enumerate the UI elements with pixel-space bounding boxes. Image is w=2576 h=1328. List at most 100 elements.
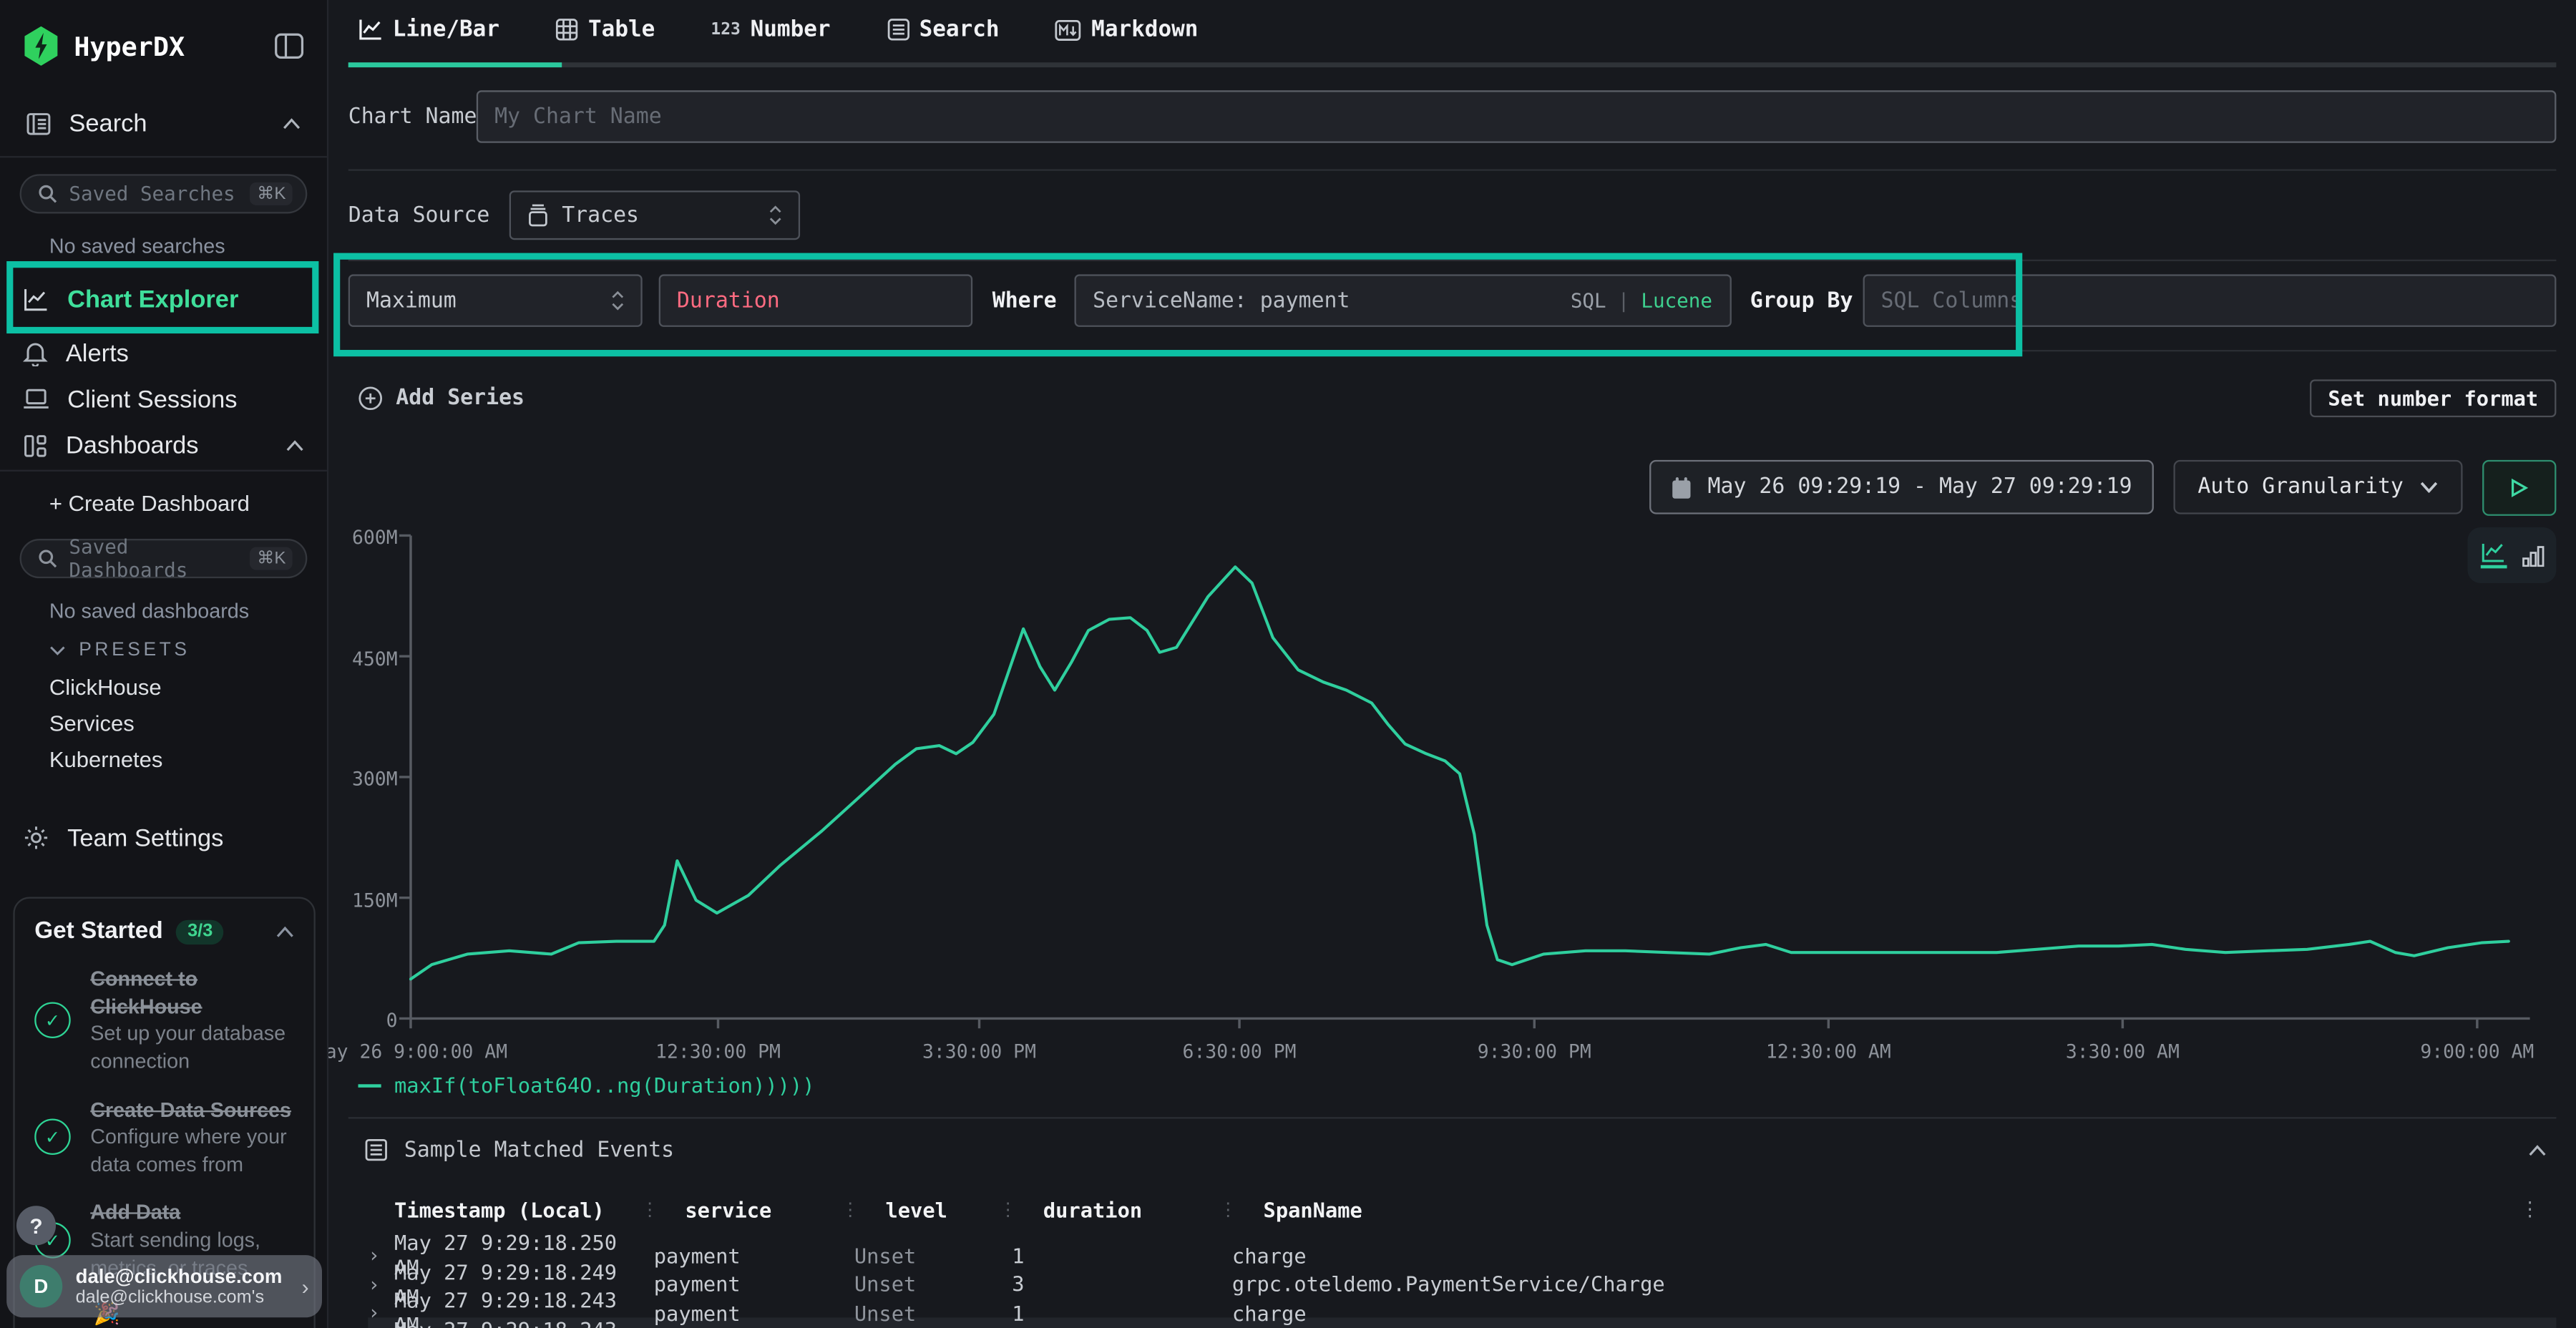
tab-table[interactable]: Table — [555, 16, 655, 62]
expand-row-icon[interactable]: › — [368, 1244, 394, 1266]
expand-row-icon[interactable]: › — [368, 1302, 394, 1324]
hyperdx-logo-icon — [23, 26, 59, 66]
tab-label: Search — [919, 16, 1000, 43]
lucene-option[interactable]: Lucene — [1641, 289, 1712, 312]
data-source-value: Traces — [562, 203, 639, 228]
brand-title: HyperDX — [74, 30, 185, 62]
select-chevrons-icon — [611, 290, 624, 311]
preset-services[interactable]: Services — [0, 711, 327, 736]
shortcut-badge: ⌘K — [250, 547, 293, 570]
col-timestamp[interactable]: Timestamp (Local) — [394, 1197, 605, 1221]
bar-chart-icon[interactable] — [2521, 545, 2544, 566]
cell-level: Unset — [854, 1301, 1012, 1325]
sidebar-item-team-settings[interactable]: Team Settings — [0, 815, 327, 861]
col-level[interactable]: level — [885, 1197, 947, 1221]
user-menu[interactable]: D dale@clickhouse.com dale@clickhouse.co… — [6, 1255, 322, 1317]
legend-series-label: maxIf(toFloat64O..ng(Duration))))) — [394, 1073, 814, 1097]
field-input[interactable] — [659, 274, 973, 326]
help-button[interactable]: ? — [16, 1206, 56, 1245]
y-axis-ticks — [399, 535, 411, 1018]
check-circle-icon: ✓ — [34, 1002, 71, 1039]
create-dashboard-button[interactable]: + Create Dashboard — [0, 491, 327, 515]
table-row[interactable]: › May 27 9:29:18.250 AM payment Unset 1 … — [368, 1231, 2556, 1260]
set-number-format-button[interactable]: Set number format — [2310, 379, 2556, 416]
column-separator-icon[interactable]: ⋮ — [640, 1198, 658, 1220]
y-axis-labels: 600M450M300M150M0 — [348, 527, 398, 1033]
table-options-icon[interactable]: ⋮ — [2520, 1198, 2540, 1221]
chevron-right-icon: › — [302, 1274, 309, 1298]
collapse-panel-icon[interactable] — [2528, 1144, 2546, 1156]
cell-timestamp: May 27 9:29:18.243 AM — [394, 1317, 654, 1328]
alerts-label: Alerts — [66, 339, 129, 367]
gear-icon — [23, 825, 49, 851]
chart-name-input[interactable] — [477, 90, 2557, 142]
column-separator-icon[interactable]: ⋮ — [1219, 1198, 1237, 1220]
chart-area: 600M450M300M150M0 May 26 9:00:00 AM12:30… — [348, 527, 2557, 1063]
tab-number[interactable]: 123 Number — [711, 16, 830, 62]
col-service[interactable]: service — [685, 1197, 771, 1221]
search-list-icon — [887, 18, 909, 41]
cell-spanname: grpc.oteldemo.PaymentService/Charge — [1232, 1271, 2556, 1296]
database-icon — [527, 204, 549, 227]
sidebar-item-dashboards[interactable]: Dashboards — [0, 422, 327, 472]
y-axis-label: 150M — [352, 888, 398, 911]
tab-label: Number — [751, 16, 831, 43]
expand-row-icon[interactable]: › — [368, 1273, 394, 1296]
x-axis-label: 3:30:00 AM — [2066, 1040, 2180, 1063]
sidebar-item-client-sessions[interactable]: Client Sessions — [0, 376, 327, 422]
chart-type-tabbar: Line/Bar Table 123 Number Search Markdow… — [348, 0, 2557, 67]
date-range-picker[interactable]: May 26 09:29:19 - May 27 09:29:19 — [1650, 460, 2153, 514]
search-icon — [38, 184, 58, 204]
saved-searches-input[interactable]: Saved Searches ⌘K — [20, 174, 308, 213]
preset-clickhouse[interactable]: ClickHouse — [0, 675, 327, 700]
line-view-toggle[interactable] — [2480, 542, 2507, 569]
cell-duration: 1 — [1012, 1301, 1232, 1325]
tab-label: Markdown — [1091, 16, 1198, 43]
presets-section-toggle[interactable]: PRESETS — [0, 640, 327, 660]
saved-searches-placeholder: Saved Searches — [69, 182, 250, 205]
col-duration[interactable]: duration — [1043, 1197, 1142, 1221]
get-started-item[interactable]: ✓ Create Data Sources Configure where yo… — [34, 1097, 294, 1179]
col-spanname[interactable]: SpanName — [1264, 1197, 1362, 1221]
add-series-label: Add Series — [396, 385, 525, 409]
sql-option[interactable]: SQL — [1571, 289, 1606, 312]
group-by-input[interactable] — [1863, 274, 2556, 326]
calendar-icon — [1672, 476, 1693, 499]
sample-events-header[interactable]: Sample Matched Events — [348, 1128, 2557, 1171]
sidebar-item-alerts[interactable]: Alerts — [0, 330, 327, 376]
sidebar-section-search[interactable]: Search — [0, 92, 327, 158]
saved-dashboards-placeholder: Saved Dashboards — [69, 535, 250, 581]
preset-kubernetes[interactable]: Kubernetes — [0, 748, 327, 772]
data-source-select[interactable]: Traces — [509, 190, 800, 240]
query-language-toggle[interactable]: SQL | Lucene — [1571, 274, 1712, 326]
no-saved-dashboards-text: No saved dashboards — [0, 600, 327, 622]
app-window: HyperDX Search Saved Searches ⌘K No save… — [0, 0, 2576, 1328]
tab-markdown[interactable]: Markdown — [1055, 16, 1199, 62]
granularity-select[interactable]: Auto Granularity — [2173, 460, 2463, 514]
where-label: Where — [992, 288, 1057, 313]
client-sessions-label: Client Sessions — [67, 385, 237, 413]
get-started-item-title: Create Data Sources — [90, 1098, 291, 1121]
collapse-sidebar-icon[interactable] — [274, 33, 303, 59]
get-started-progress-badge: 3/3 — [176, 919, 224, 944]
chart-explorer-label: Chart Explorer — [67, 285, 238, 313]
chevron-up-icon[interactable] — [276, 926, 294, 937]
saved-dashboards-input[interactable]: Saved Dashboards ⌘K — [20, 539, 308, 578]
shortcut-badge: ⌘K — [250, 182, 293, 205]
sidebar-item-chart-explorer[interactable]: Chart Explorer — [0, 274, 327, 323]
column-separator-icon[interactable]: ⋮ — [841, 1198, 859, 1220]
play-icon — [2510, 477, 2528, 497]
get-started-item[interactable]: ✓ Connect to ClickHouse Set up your data… — [34, 966, 294, 1075]
add-series-button[interactable]: Add Series — [348, 385, 525, 409]
chart-svg — [399, 527, 2530, 1033]
divider — [348, 169, 2557, 170]
chart-legend: maxIf(toFloat64O..ng(Duration))))) — [348, 1073, 2557, 1097]
run-query-button[interactable] — [2482, 459, 2556, 515]
dashboards-icon — [23, 434, 47, 458]
aggregation-value: Maximum — [366, 288, 457, 313]
tab-line-bar[interactable]: Line/Bar — [358, 16, 500, 62]
chart-toolbar: May 26 09:29:19 - May 27 09:29:19 Auto G… — [348, 460, 2557, 514]
tab-search[interactable]: Search — [887, 16, 1000, 62]
column-separator-icon[interactable]: ⋮ — [999, 1198, 1017, 1220]
aggregation-select[interactable]: Maximum — [348, 274, 643, 326]
